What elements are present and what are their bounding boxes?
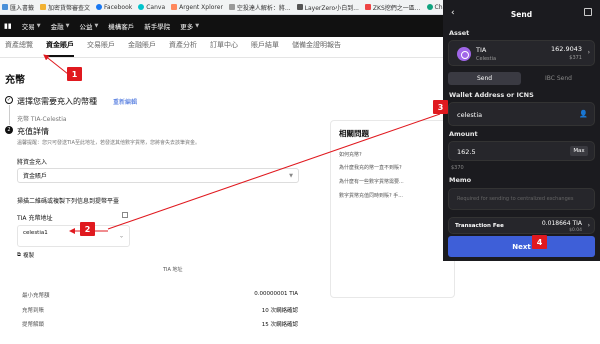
chevron-down-icon: ▼ [36,23,41,29]
detail-value: 15 次網絡確認 [261,322,298,328]
transaction-fee-row[interactable]: Transaction Fee 0.018664 TIA $0.04 › [448,217,595,234]
bookmark-icon [2,4,8,10]
chevron-down-icon: ▼ [94,23,99,29]
tab-overview[interactable]: 資產總覽 [5,40,33,57]
page-icon [296,4,303,10]
faq-panel: 相關問題 如何充幣? 為什麼我充的幣一直不到賬? 為什麼有一些數字貨幣需要...… [330,120,455,298]
bookmark-item[interactable]: 空投達人解析：將... [228,3,291,12]
back-arrow-icon[interactable]: ‹ [451,8,455,18]
network-select[interactable]: celestia1 ⌄ [17,225,130,247]
bookmark-item[interactable]: ZKS挖們之一區... [364,3,421,12]
canva-icon [138,4,145,10]
chatgpt-icon [426,4,433,10]
faq-item[interactable]: 數字貨幣充值同時到賬? 手... [339,192,419,199]
celestia-logo-icon [457,47,471,61]
annotation-badge: 3 [433,100,448,114]
nav-item-academy[interactable]: 新手學院 [144,21,170,31]
account-select[interactable]: 資金賬戶 ▼ [17,168,299,183]
annotation-badge: 4 [532,235,547,249]
wallet-header: Send [510,9,533,19]
step2-title: 充值詳情 [17,127,49,136]
step-number-badge: 2 [5,126,13,134]
chevron-down-icon: ▼ [289,172,293,179]
step-done-icon: ✓ [5,96,13,104]
faq-item[interactable]: 為什麼有一些數字貨幣需要... [339,178,419,185]
copy-button[interactable]: ⧉ 複製 [17,251,34,260]
tab-send[interactable]: Send [448,72,521,85]
wallet-send-popup: Send ‹ Asset TIA Celestia 162.9043 $371 … [443,0,600,261]
user-icon[interactable]: 👤 [579,110,588,118]
folder-icon [40,4,47,10]
address-label: TIA 充幣地址 [17,215,53,222]
detail-key: 提幣解鎖 [22,322,45,328]
detail-key: 最小充幣額 [22,293,50,299]
asset-selector[interactable]: TIA Celestia 162.9043 $371 › [448,40,595,66]
step1-title: 選擇您需要充入的幣種 [17,97,97,106]
bookmark-item[interactable]: 加密貨幣審查文 [40,3,90,12]
asset-label: Asset [449,29,470,37]
faq-item[interactable]: 為什麼我充的幣一直不到賬? [339,164,419,171]
exchange-logo[interactable]: ▮▮ [4,22,12,30]
chevron-down-icon: ▼ [65,23,70,29]
screenshot-root: 匯入書籤 加密貨幣審查文 Facebook Canva Argent Xplor… [0,0,600,344]
argent-icon [171,4,178,10]
nav-item-more[interactable]: 更多 ▼ [180,21,199,31]
nav-item-finance[interactable]: 金融 ▼ [51,21,70,31]
facebook-icon [96,4,103,10]
tab-proof-of-reserves[interactable]: 儲備金證明報告 [292,40,341,57]
account-label: 將資金充入 [17,159,48,166]
page-title: 充幣 [5,75,25,86]
page-icon [228,4,235,10]
next-button[interactable]: Next [448,236,595,257]
chevron-right-icon: › [587,222,590,229]
chevron-down-icon: ⌄ [118,232,124,240]
nav-item-institutional[interactable]: 機構客戶 [108,21,134,31]
bookmark-item[interactable]: 匯入書籤 [2,3,34,12]
tab-order-center[interactable]: 訂單中心 [210,40,238,57]
nav-item-charity[interactable]: 公益 ▼ [79,21,98,31]
tab-trading-account[interactable]: 交易賬戶 [87,40,115,57]
bookmark-item[interactable]: Argent Xplorer [171,4,223,11]
faq-item[interactable]: 如何充幣? [339,151,419,158]
memo-label: Memo [449,176,472,184]
annotation-badge: 1 [67,67,82,81]
tab-statements[interactable]: 賬戶結單 [251,40,279,57]
address-field-label: Wallet Address or ICNS [449,91,534,99]
memo-input[interactable]: Required for sending to centralized exch… [448,188,595,210]
scan-instruction: 掃描二維碼或複製下列信息到提幣平臺 [17,198,120,205]
page-icon [364,4,371,10]
amount-usd: $370 [451,165,464,171]
nav-item-trade[interactable]: 交易 ▼ [22,21,41,31]
detail-key: 充幣到賬 [22,308,45,314]
qr-code-icon[interactable] [122,212,128,218]
external-link-icon[interactable] [584,8,592,16]
faq-title: 相關問題 [339,129,369,138]
max-button[interactable]: Max [570,146,588,156]
chevron-down-icon: ▼ [195,23,200,29]
deposit-warning: 溫馨提醒：您只可發送TIA至此地址，若發送其他數字貨幣，您將會失去該筆資金。 [17,140,200,146]
bookmark-item[interactable]: LayerZero小白到... [296,3,359,12]
detail-value: 0.00000001 TIA [254,291,298,297]
step1-subtitle: 充幣 TIA-Celestia [17,116,67,123]
amount-input[interactable]: 162.5 Max [448,141,595,161]
chevron-right-icon: › [587,49,590,56]
amount-label: Amount [449,130,478,138]
tia-address-label: TIA 地址 [163,267,183,273]
tab-finance-account[interactable]: 金融賬戶 [128,40,156,57]
tab-funding-account[interactable]: 資金賬戶 [46,40,74,57]
tab-asset-analysis[interactable]: 資產分析 [169,40,197,57]
step-connector [9,105,10,125]
bookmark-item[interactable]: Canva [138,4,165,11]
bookmark-item[interactable]: Facebook [96,4,132,11]
re-edit-link[interactable]: 重新編輯 [113,97,137,106]
tab-ibc-send[interactable]: IBC Send [522,72,595,85]
annotation-badge: 2 [80,222,95,236]
detail-value: 10 次網絡確認 [261,308,298,314]
wallet-address-input[interactable]: celestia 👤 [448,102,595,126]
copy-icon: ⧉ [17,251,21,258]
